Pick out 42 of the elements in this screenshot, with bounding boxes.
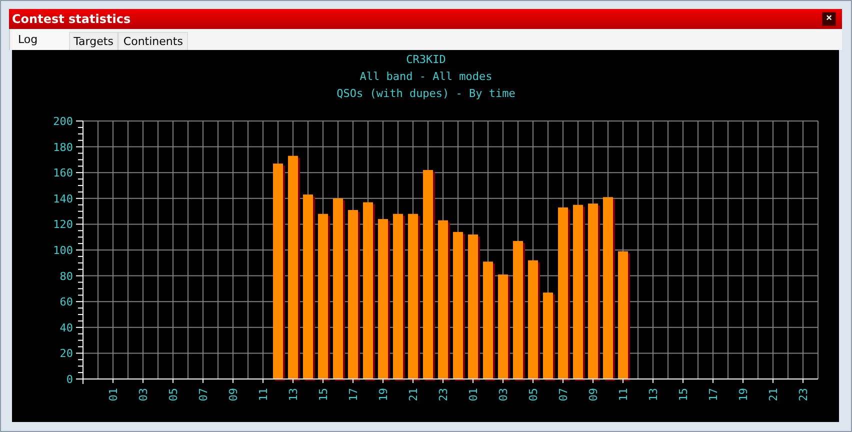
x-tick-label: 15 xyxy=(317,388,330,402)
y-tick-label: 160 xyxy=(53,166,73,180)
chart-title: CR3KID xyxy=(406,53,446,66)
tab[interactable]: Continents xyxy=(118,32,188,50)
x-tick-label: 19 xyxy=(737,388,750,402)
x-tick-label: 17 xyxy=(347,388,360,402)
x-tick-label: 05 xyxy=(167,388,180,402)
y-tick-label: 180 xyxy=(53,140,73,154)
x-tick-label: 07 xyxy=(197,388,210,402)
x-tick-label: 11 xyxy=(257,388,270,402)
x-tick-label: 03 xyxy=(137,388,150,402)
x-tick-label: 13 xyxy=(287,388,300,402)
x-tick-label: 21 xyxy=(407,388,420,402)
y-tick-label: 100 xyxy=(53,244,73,257)
y-tick-label: 120 xyxy=(53,218,73,232)
x-tick-label: 21 xyxy=(767,388,780,402)
x-tick-label: 09 xyxy=(587,388,600,402)
close-button[interactable]: × xyxy=(822,12,836,26)
chart-title: All band - All modes xyxy=(360,70,492,83)
window-title: Contest statistics xyxy=(12,12,131,26)
y-tick-label: 0 xyxy=(66,373,73,386)
x-tick-label: 11 xyxy=(617,388,630,402)
x-tick-label: 23 xyxy=(797,388,810,402)
x-tick-label: 23 xyxy=(437,388,450,402)
x-tick-label: 13 xyxy=(647,388,660,402)
y-tick-label: 140 xyxy=(53,192,73,206)
x-tick-label: 09 xyxy=(227,388,240,402)
x-tick-label: 17 xyxy=(707,388,720,402)
x-tick-label: 05 xyxy=(527,388,540,402)
y-tick-label: 40 xyxy=(60,321,73,334)
x-tick-label: 15 xyxy=(677,388,690,402)
x-tick-label: 01 xyxy=(107,388,120,402)
chart-title: QSOs (with dupes) - By time xyxy=(336,87,516,100)
y-tick-label: 20 xyxy=(60,347,73,360)
y-tick-label: 80 xyxy=(60,270,73,283)
x-tick-label: 19 xyxy=(377,388,390,402)
tab[interactable]: Targets xyxy=(68,32,118,50)
x-tick-label: 01 xyxy=(467,388,480,402)
x-tick-label: 03 xyxy=(497,388,510,402)
y-tick-label: 200 xyxy=(53,115,73,128)
y-tick-label: 60 xyxy=(60,296,73,309)
x-tick-label: 07 xyxy=(557,388,570,402)
